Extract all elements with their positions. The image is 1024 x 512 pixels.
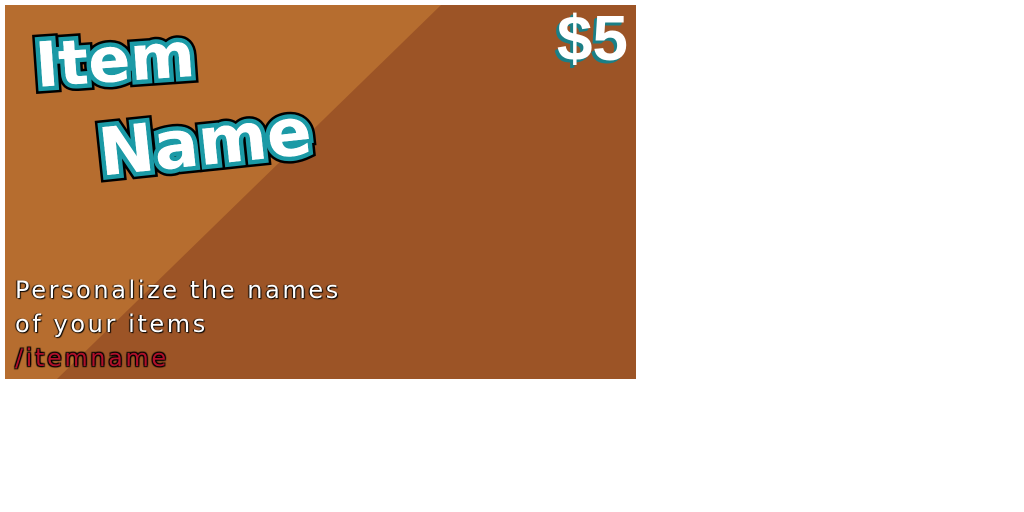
command-text: /itemname — [15, 344, 169, 372]
description: Personalize the names of your items /ite… — [15, 273, 341, 375]
description-line-2: of your items — [15, 310, 208, 338]
product-card: Item Item Item Name Name Name $5 Persona… — [5, 5, 636, 379]
item-title-line-1: Item Item Item — [26, 11, 204, 109]
price-label: $5 — [556, 5, 628, 74]
description-line-1: Personalize the names — [15, 276, 341, 304]
